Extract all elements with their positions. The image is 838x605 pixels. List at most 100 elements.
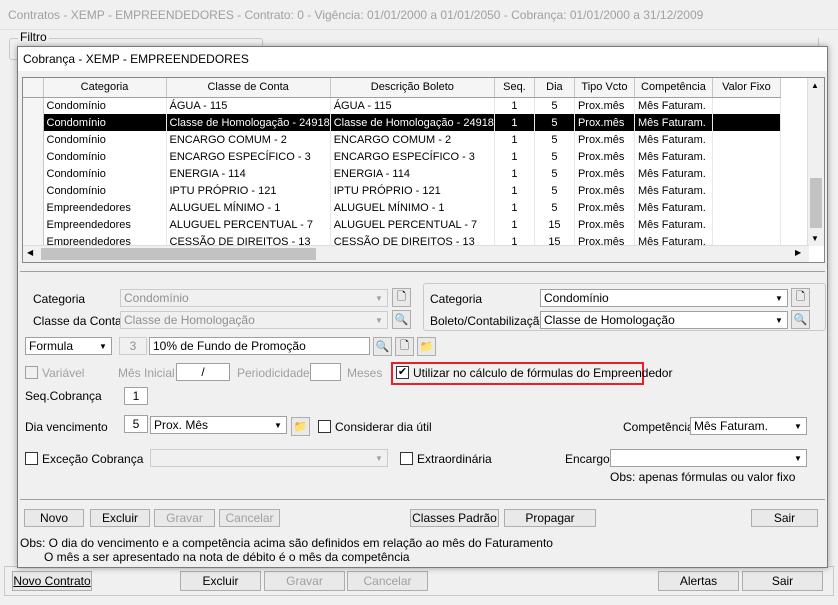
- formula-description-field[interactable]: 10% de Fundo de Promoção: [149, 337, 370, 355]
- main-gravar-button[interactable]: Gravar: [264, 571, 345, 591]
- grid-header-cell[interactable]: Classe de Conta: [166, 78, 331, 98]
- row-indicator[interactable]: [23, 199, 44, 216]
- grid-horizontal-scrollbar[interactable]: ◀ ▶: [23, 245, 809, 262]
- alertas-button[interactable]: Alertas: [658, 571, 739, 591]
- main-excluir-button[interactable]: Excluir: [180, 571, 261, 591]
- dia-tipo-select[interactable]: Prox. Mês ▼: [150, 416, 287, 434]
- row-indicator[interactable]: [23, 97, 44, 114]
- table-cell[interactable]: Condomínio: [43, 165, 167, 182]
- table-cell[interactable]: [712, 97, 781, 114]
- table-cell[interactable]: 5: [534, 182, 575, 199]
- table-cell[interactable]: Empreendedores: [43, 199, 167, 216]
- variavel-checkbox[interactable]: [25, 366, 38, 379]
- table-row[interactable]: Condomínio ENERGIA - 114 ENERGIA - 114 1 5 Pr…: [23, 165, 781, 182]
- binoculars-icon[interactable]: 🔍: [373, 337, 392, 356]
- table-cell[interactable]: ALUGUEL PERCENTUAL - 7: [166, 216, 331, 233]
- folder-icon[interactable]: 📁: [291, 417, 310, 436]
- table-cell[interactable]: Mês Faturam.: [634, 165, 713, 182]
- table-row[interactable]: Empreendedores ALUGUEL MÍNIMO - 1 ALUGUEL …: [23, 199, 781, 216]
- table-cell[interactable]: Prox.mês: [574, 199, 635, 216]
- row-indicator[interactable]: [23, 182, 44, 199]
- scroll-thumb-h[interactable]: [41, 248, 316, 260]
- table-cell[interactable]: 1: [494, 216, 535, 233]
- table-cell[interactable]: ALUGUEL MÍNIMO - 1: [330, 199, 495, 216]
- table-row[interactable]: Condomínio ENCARGO ESPECÍFICO - 3 ENCARGO …: [23, 148, 781, 165]
- table-cell[interactable]: 1: [494, 165, 535, 182]
- table-cell[interactable]: 5: [534, 165, 575, 182]
- table-row[interactable]: Condomínio ÁGUA - 115 ÁGUA - 115 1 5 Prox.mês…: [23, 97, 781, 114]
- novo-contrato-button[interactable]: Novo Contrato: [12, 571, 92, 591]
- excecao-cobranca-select[interactable]: ▼: [150, 449, 388, 467]
- table-row[interactable]: Empreendedores ALUGUEL PERCENTUAL - 7 ALUG…: [23, 216, 781, 233]
- periodicidade-field[interactable]: [310, 363, 341, 381]
- formula-number-field[interactable]: 3: [119, 337, 147, 355]
- table-cell[interactable]: Mês Faturam.: [634, 148, 713, 165]
- new-document-icon[interactable]: 🗋: [395, 337, 414, 356]
- scroll-right-icon[interactable]: ▶: [795, 248, 801, 257]
- classes-padrao-button[interactable]: Classes Padrão: [410, 509, 499, 527]
- table-cell[interactable]: IPTU PRÓPRIO - 121: [330, 182, 495, 199]
- row-indicator[interactable]: [23, 131, 44, 148]
- table-cell[interactable]: Mês Faturam.: [634, 114, 713, 131]
- table-cell[interactable]: Mês Faturam.: [634, 97, 713, 114]
- boleto-select[interactable]: Classe de Homologação ▼: [540, 311, 788, 329]
- table-cell[interactable]: Mês Faturam.: [634, 182, 713, 199]
- table-cell[interactable]: Mês Faturam.: [634, 199, 713, 216]
- gravar-button[interactable]: Gravar: [154, 509, 215, 527]
- categoria-select[interactable]: Condomínio ▼: [120, 289, 388, 307]
- cobranca-grid[interactable]: Categoria Classe de Conta Descrição Bole…: [22, 77, 825, 263]
- table-cell[interactable]: ENCARGO ESPECÍFICO - 3: [330, 148, 495, 165]
- grid-header-cell[interactable]: Tipo Vcto: [574, 78, 635, 98]
- table-cell[interactable]: [712, 165, 781, 182]
- table-cell[interactable]: Condomínio: [43, 97, 167, 114]
- table-cell[interactable]: Prox.mês: [574, 114, 635, 131]
- table-cell[interactable]: ENCARGO ESPECÍFICO - 3: [166, 148, 331, 165]
- table-cell[interactable]: Prox.mês: [574, 182, 635, 199]
- table-cell[interactable]: [712, 114, 781, 131]
- table-cell[interactable]: Prox.mês: [574, 97, 635, 114]
- encargo-select[interactable]: ▼: [610, 449, 807, 467]
- grid-header-cell[interactable]: Competência: [634, 78, 713, 98]
- table-cell[interactable]: 5: [534, 148, 575, 165]
- considerar-dia-util-checkbox[interactable]: [318, 420, 331, 433]
- tipo-select[interactable]: Formula ▼: [25, 337, 112, 355]
- utilizar-checkbox[interactable]: ✔: [396, 366, 409, 379]
- table-cell[interactable]: 1: [494, 114, 535, 131]
- folder-icon[interactable]: 📁: [417, 337, 436, 356]
- table-cell[interactable]: 5: [534, 131, 575, 148]
- scroll-up-icon[interactable]: ▲: [811, 81, 819, 90]
- binoculars-icon[interactable]: 🔍: [392, 310, 411, 329]
- table-cell[interactable]: [712, 199, 781, 216]
- new-document-icon[interactable]: 🗋: [791, 288, 810, 307]
- table-cell[interactable]: ALUGUEL PERCENTUAL - 7: [330, 216, 495, 233]
- grid-header-cell[interactable]: Seq.: [494, 78, 535, 98]
- row-indicator[interactable]: [23, 216, 44, 233]
- grid-header-cell[interactable]: Categoria: [43, 78, 167, 98]
- seq-cobranca-field[interactable]: 1: [124, 387, 148, 405]
- new-document-icon[interactable]: 🗋: [392, 288, 411, 307]
- mes-inicial-field[interactable]: /: [176, 363, 230, 381]
- classe-conta-select[interactable]: Classe de Homologação ▼: [120, 311, 388, 329]
- table-cell[interactable]: Prox.mês: [574, 148, 635, 165]
- table-cell[interactable]: Condomínio: [43, 148, 167, 165]
- main-cancelar-button[interactable]: Cancelar: [347, 571, 428, 591]
- dia-vencimento-field[interactable]: 5: [124, 415, 148, 433]
- table-cell[interactable]: 1: [494, 182, 535, 199]
- table-cell[interactable]: Prox.mês: [574, 216, 635, 233]
- table-cell[interactable]: Classe de Homologação - 24918: [166, 114, 331, 131]
- table-cell[interactable]: Empreendedores: [43, 216, 167, 233]
- binoculars-icon[interactable]: 🔍: [791, 310, 810, 329]
- table-cell[interactable]: Classe de Homologação - 24918: [330, 114, 495, 131]
- propagar-button[interactable]: Propagar: [504, 509, 596, 527]
- table-cell[interactable]: Condomínio: [43, 182, 167, 199]
- table-row[interactable]: Condomínio IPTU PRÓPRIO - 121 IPTU PRÓPRIO…: [23, 182, 781, 199]
- cancelar-button[interactable]: Cancelar: [219, 509, 280, 527]
- competencia-select[interactable]: Mês Faturam. ▼: [690, 417, 807, 435]
- categoria2-select[interactable]: Condomínio ▼: [540, 289, 788, 307]
- table-cell[interactable]: ENERGIA - 114: [330, 165, 495, 182]
- table-cell[interactable]: 15: [534, 216, 575, 233]
- grid-header-cell[interactable]: Dia: [534, 78, 575, 98]
- row-indicator[interactable]: [23, 165, 44, 182]
- table-cell[interactable]: ENCARGO COMUM - 2: [330, 131, 495, 148]
- table-cell[interactable]: [712, 216, 781, 233]
